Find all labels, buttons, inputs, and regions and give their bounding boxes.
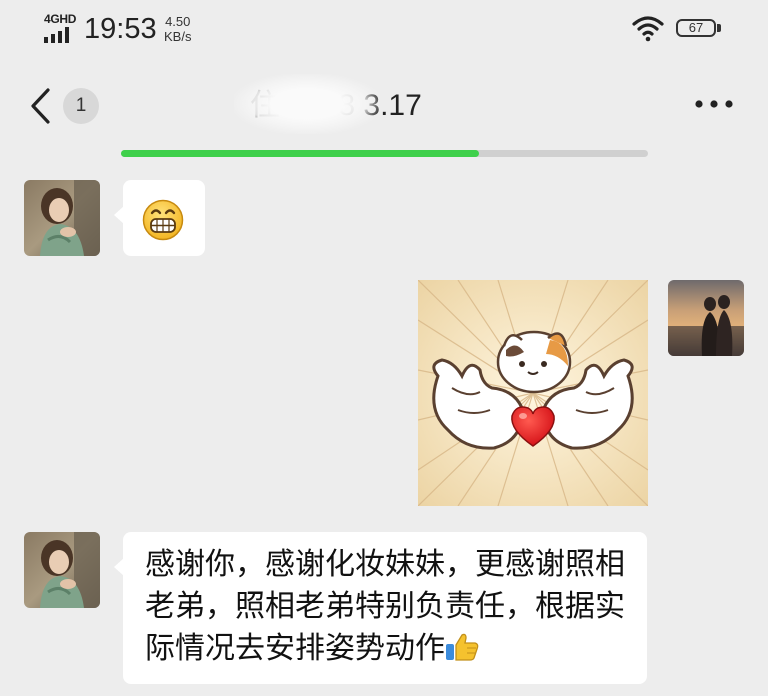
contact-avatar[interactable] — [24, 532, 100, 608]
speed-value: 4.50 — [165, 14, 191, 29]
my-avatar[interactable] — [668, 280, 744, 356]
network-speed: 4.50 KB/s — [164, 14, 191, 44]
battery-icon: 67 — [676, 19, 723, 39]
loading-progress-fill — [121, 150, 480, 157]
grinning-face-emoji — [142, 199, 184, 241]
more-dots-icon[interactable] — [694, 98, 734, 110]
network-type-label: 4GHD — [44, 12, 77, 26]
clock: 19:53 — [84, 13, 157, 45]
message-bubble-text[interactable]: 感谢你，感谢化妆妹妹，更感谢照相老弟，照相老弟特别负责任，根据实际情况去安排姿势… — [114, 532, 647, 684]
message-text: 感谢你，感谢化妆妹妹，更感谢照相老弟，照相老弟特别负责任，根据实际情况去安排姿势… — [145, 544, 635, 670]
thumbs-up-emoji — [446, 633, 479, 661]
status-bar: 4GHD 19:53 4.50 KB/s 67 — [0, 0, 768, 58]
chevron-left-icon[interactable] — [28, 86, 54, 126]
message-bubble-emoji[interactable] — [114, 180, 205, 256]
wifi-icon — [632, 16, 664, 42]
unread-count-badge[interactable]: 1 — [63, 88, 99, 124]
battery-level: 67 — [676, 19, 716, 37]
chat-header: 1 住 1988 3.17 — [0, 70, 768, 150]
battery-tip — [717, 24, 721, 32]
loading-progress-bar — [121, 150, 648, 157]
message-text-content: 感谢你，感谢化妆妹妹，更感谢照相老弟，照相老弟特别负责任，根据实际情况去安排姿势… — [145, 547, 625, 666]
contact-avatar[interactable] — [24, 180, 100, 256]
speed-unit: KB/s — [164, 29, 192, 44]
signal-icon — [44, 27, 69, 43]
cat-heart-hands-sticker[interactable] — [418, 280, 648, 506]
title-redaction — [234, 74, 380, 134]
